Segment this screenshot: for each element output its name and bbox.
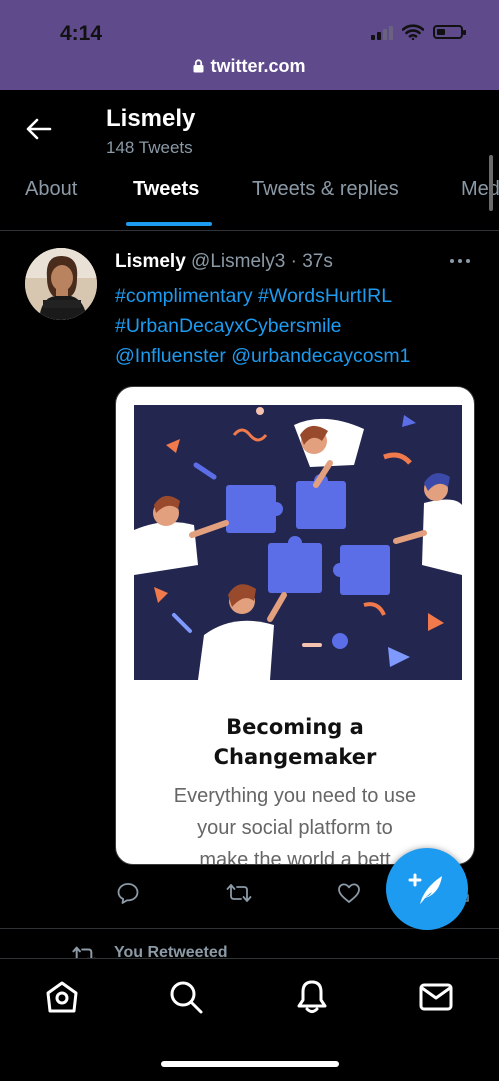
arrow-left-icon[interactable] [26, 118, 52, 140]
compose-tweet-button[interactable] [386, 848, 468, 930]
more-options-icon[interactable] [450, 259, 470, 263]
like-icon[interactable] [337, 881, 361, 905]
home-icon[interactable] [44, 979, 80, 1015]
tweet-count: 148 Tweets [106, 138, 193, 157]
retweet-notice: You Retweeted [0, 940, 499, 960]
battery-icon [433, 25, 466, 39]
card-description: Everything you need to use your social p… [146, 780, 444, 864]
compose-feather-icon [408, 873, 442, 904]
link-card[interactable]: Becoming a Changemaker Everything you ne… [115, 386, 475, 865]
retweet-icon[interactable] [226, 881, 252, 905]
status-bar: 4:14 twitter.com [0, 0, 499, 90]
card-title-line: Changemaker [213, 745, 377, 769]
bottom-nav [0, 958, 499, 1081]
active-tab-indicator [126, 222, 212, 226]
profile-tabs: About Tweets Tweets & replies Media [0, 160, 499, 231]
tweet[interactable]: Lismely @Lismely3 · 37s #complimentary #… [0, 231, 499, 929]
home-indicator[interactable] [161, 1061, 339, 1067]
messages-icon[interactable] [418, 979, 454, 1015]
scrollbar[interactable] [489, 155, 493, 211]
system-icons [371, 24, 466, 40]
profile-header: Lismely 148 Tweets [0, 90, 499, 160]
author-meta: @Lismely3 · 37s [191, 251, 333, 272]
reply-icon[interactable] [116, 881, 140, 905]
avatar[interactable] [25, 248, 97, 320]
search-icon[interactable] [168, 979, 204, 1015]
lock-icon [193, 59, 204, 73]
profile-name: Lismely [106, 105, 196, 132]
card-title-line: Becoming a [226, 715, 364, 739]
tweet-text: #complimentary #WordsHurtIRL #UrbanDecay… [115, 281, 485, 371]
card-illustration [134, 405, 462, 680]
tweet-text-line[interactable]: #complimentary #WordsHurtIRL [115, 281, 485, 311]
card-desc-line: Everything you need to use [173, 785, 417, 807]
url-text: twitter.com [210, 56, 306, 76]
card-desc-line: your social platform to [197, 817, 393, 839]
wifi-icon [402, 24, 424, 40]
clock: 4:14 [60, 22, 103, 45]
tab-tweets-replies[interactable]: Tweets & replies [252, 178, 399, 201]
address-bar[interactable]: twitter.com [0, 56, 499, 77]
tweet-text-line[interactable]: #UrbanDecayxCybersmile [115, 311, 485, 341]
tab-about[interactable]: About [25, 178, 77, 201]
tweet-text-line[interactable]: @Influenster @urbandecaycosm1 [115, 341, 485, 371]
author-name[interactable]: Lismely [115, 251, 186, 272]
tweet-header: Lismely @Lismely3 · 37s [115, 251, 333, 273]
tab-media[interactable]: Media [461, 178, 499, 201]
notifications-icon[interactable] [294, 979, 330, 1015]
signal-icon [371, 24, 393, 40]
tab-tweets[interactable]: Tweets [133, 178, 199, 201]
card-title: Becoming a Changemaker [116, 712, 474, 772]
